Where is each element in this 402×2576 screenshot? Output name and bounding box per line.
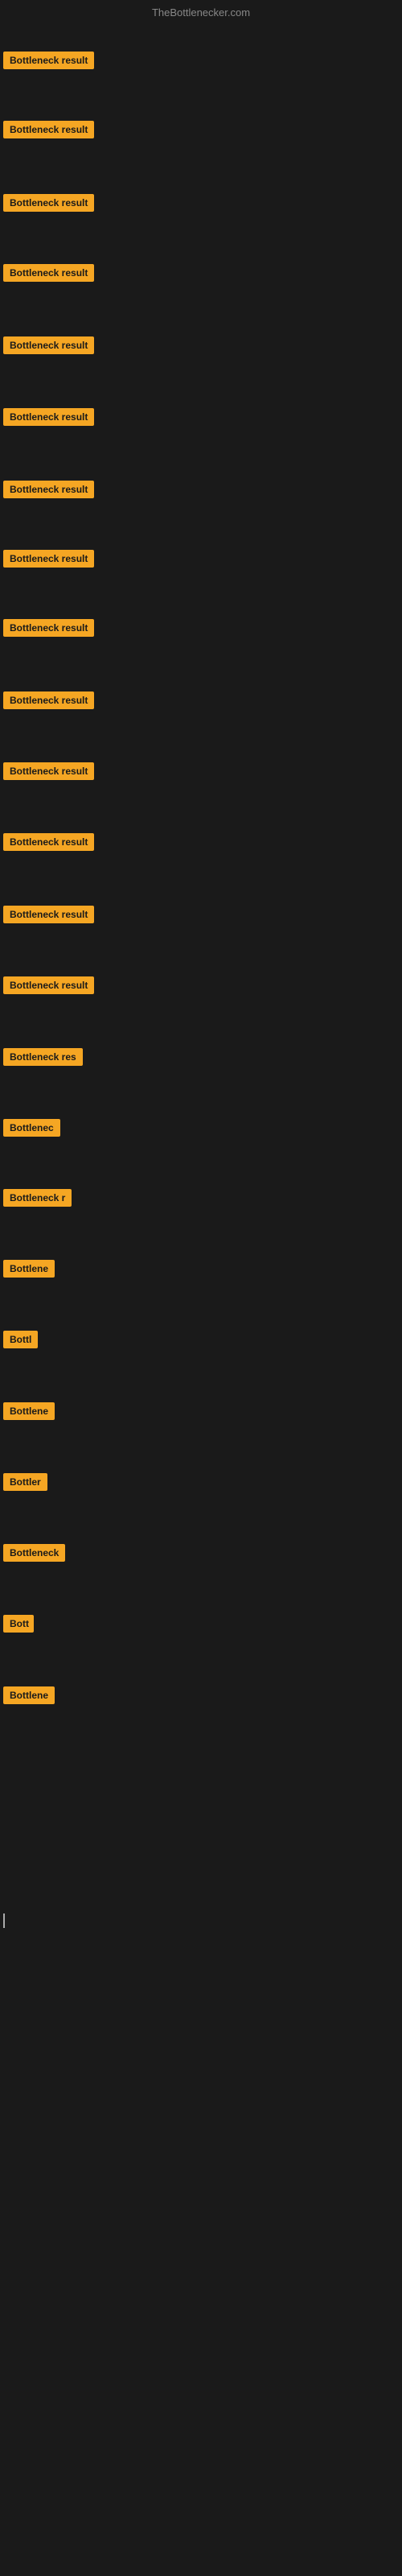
bottleneck-badge[interactable]: Bottleneck r [3,1189,72,1207]
site-header: TheBottlenecker.com [0,0,402,22]
bottleneck-badge[interactable]: Bottlene [3,1260,55,1278]
list-item: Bottleneck result [3,264,94,286]
bottleneck-badge[interactable]: Bottl [3,1331,38,1348]
bottleneck-badge[interactable]: Bottleneck result [3,550,94,568]
bottleneck-badge[interactable]: Bottleneck result [3,619,94,637]
list-item: Bott [3,1615,34,1637]
list-item: Bottleneck result [3,336,94,358]
bottleneck-badge[interactable]: Bottleneck result [3,336,94,354]
list-item: Bottlene [3,1402,55,1424]
list-item: Bottl [3,1331,38,1352]
bottleneck-badge[interactable]: Bottlene [3,1686,55,1704]
list-item: Bottleneck result [3,550,94,572]
list-item: Bottleneck result [3,194,94,216]
bottleneck-badge[interactable]: Bottler [3,1473,47,1491]
list-item: Bottleneck result [3,762,94,784]
list-item: Bottleneck result [3,121,94,142]
bottleneck-badge[interactable]: Bottleneck result [3,52,94,69]
bottleneck-badge[interactable]: Bottlenec [3,1119,60,1137]
list-item: Bottleneck res [3,1048,83,1070]
list-item: Bottleneck result [3,976,94,998]
list-item: Bottleneck result [3,619,94,641]
bottleneck-badge[interactable]: Bottleneck result [3,906,94,923]
bottleneck-badge[interactable]: Bottleneck [3,1544,65,1562]
bottleneck-badge[interactable]: Bottleneck result [3,264,94,282]
site-title: TheBottlenecker.com [152,6,250,19]
list-item: Bottler [3,1473,47,1495]
bottleneck-badge[interactable]: Bottleneck result [3,691,94,709]
text-cursor [3,1913,5,1928]
list-item: Bottleneck result [3,481,94,502]
bottleneck-badge[interactable]: Bottleneck res [3,1048,83,1066]
list-item: Bottleneck result [3,52,94,73]
bottleneck-badge[interactable]: Bottleneck result [3,833,94,851]
list-item: Bottlene [3,1260,55,1282]
bottleneck-badge[interactable]: Bottleneck result [3,481,94,498]
bottleneck-badge[interactable]: Bott [3,1615,34,1633]
list-item: Bottleneck [3,1544,65,1566]
bottleneck-badge[interactable]: Bottleneck result [3,408,94,426]
list-item: Bottleneck result [3,906,94,927]
bottleneck-badge[interactable]: Bottleneck result [3,976,94,994]
list-item: Bottleneck r [3,1189,72,1211]
list-item: Bottleneck result [3,408,94,430]
list-item: Bottleneck result [3,833,94,855]
list-item: Bottlene [3,1686,55,1708]
bottleneck-badge[interactable]: Bottleneck result [3,121,94,138]
bottleneck-badge[interactable]: Bottleneck result [3,762,94,780]
list-item: Bottlenec [3,1119,60,1141]
list-item: Bottleneck result [3,691,94,713]
bottleneck-badge[interactable]: Bottlene [3,1402,55,1420]
bottleneck-badge[interactable]: Bottleneck result [3,194,94,212]
